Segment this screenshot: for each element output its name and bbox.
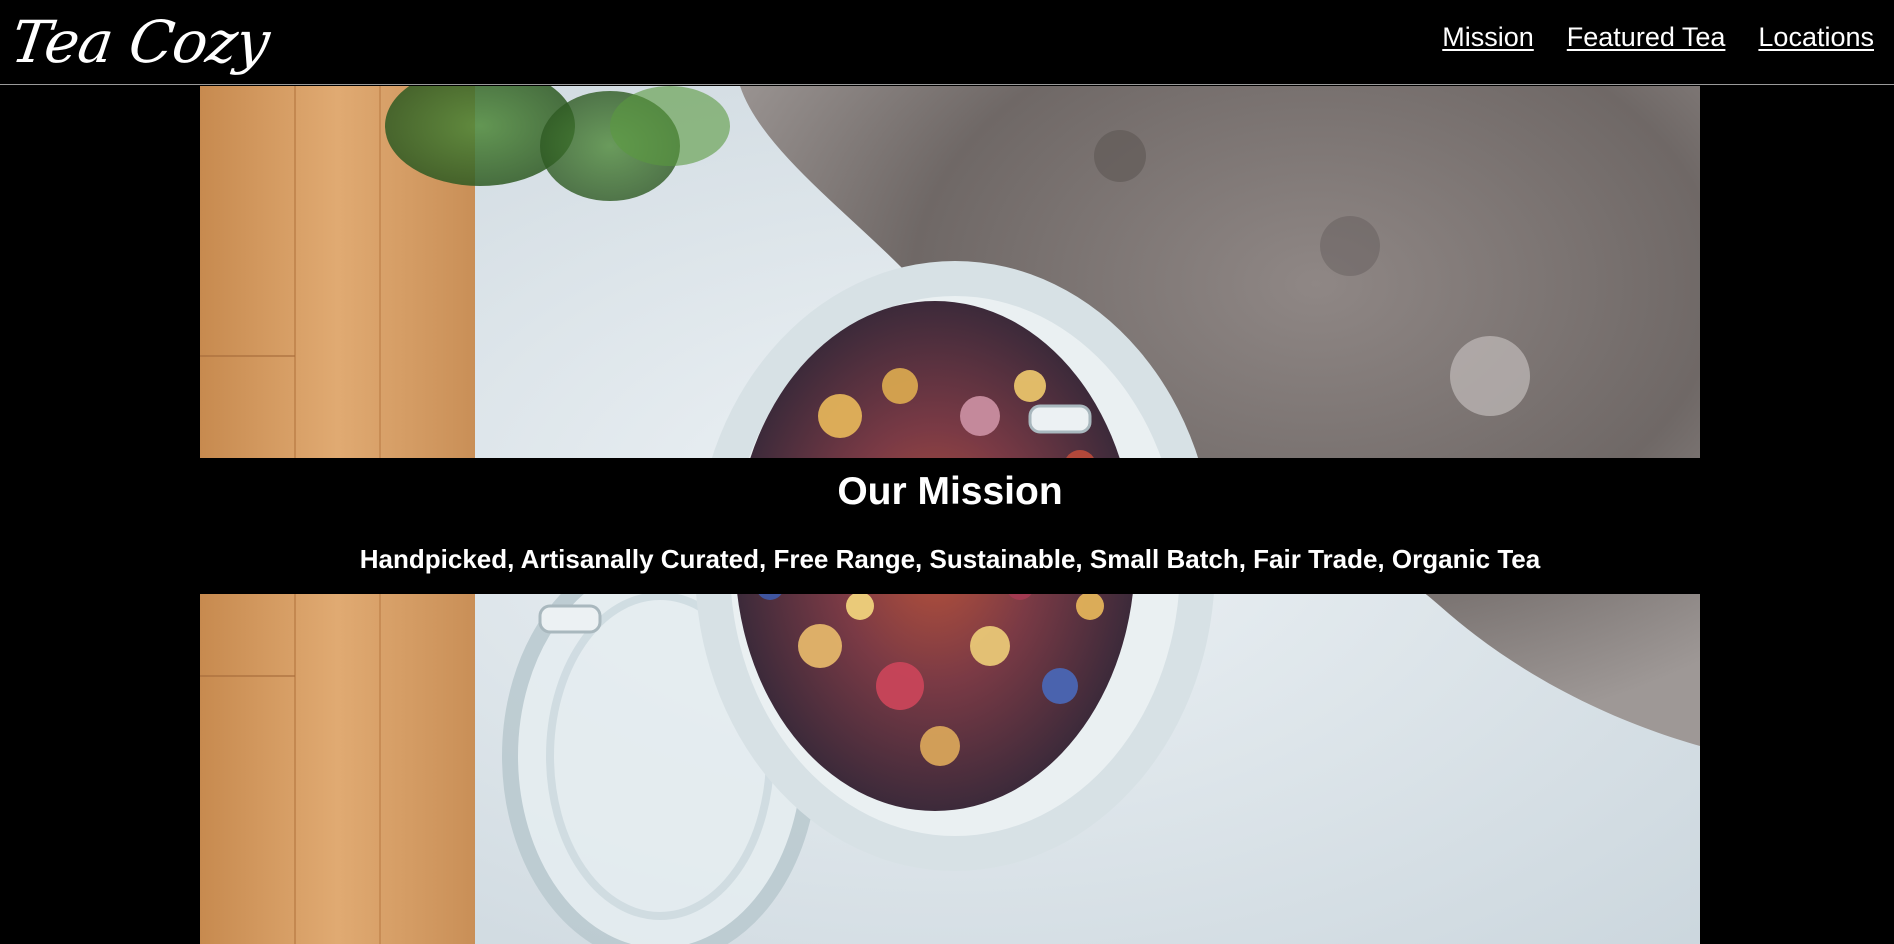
nav-link-locations[interactable]: Locations: [1758, 22, 1874, 53]
nav-link-mission[interactable]: Mission: [1442, 22, 1534, 53]
mission-section: Our Mission Handpicked, Artisanally Cura…: [200, 458, 1700, 594]
site-header: Tea Cozy Mission Featured Tea Locations: [0, 0, 1894, 85]
main-nav: Mission Featured Tea Locations: [1442, 22, 1874, 53]
site-logo[interactable]: Tea Cozy: [6, 2, 273, 82]
mission-subtitle: Handpicked, Artisanally Curated, Free Ra…: [359, 544, 1541, 574]
nav-link-featured-tea[interactable]: Featured Tea: [1567, 22, 1726, 53]
mission-title: Our Mission: [837, 470, 1063, 513]
